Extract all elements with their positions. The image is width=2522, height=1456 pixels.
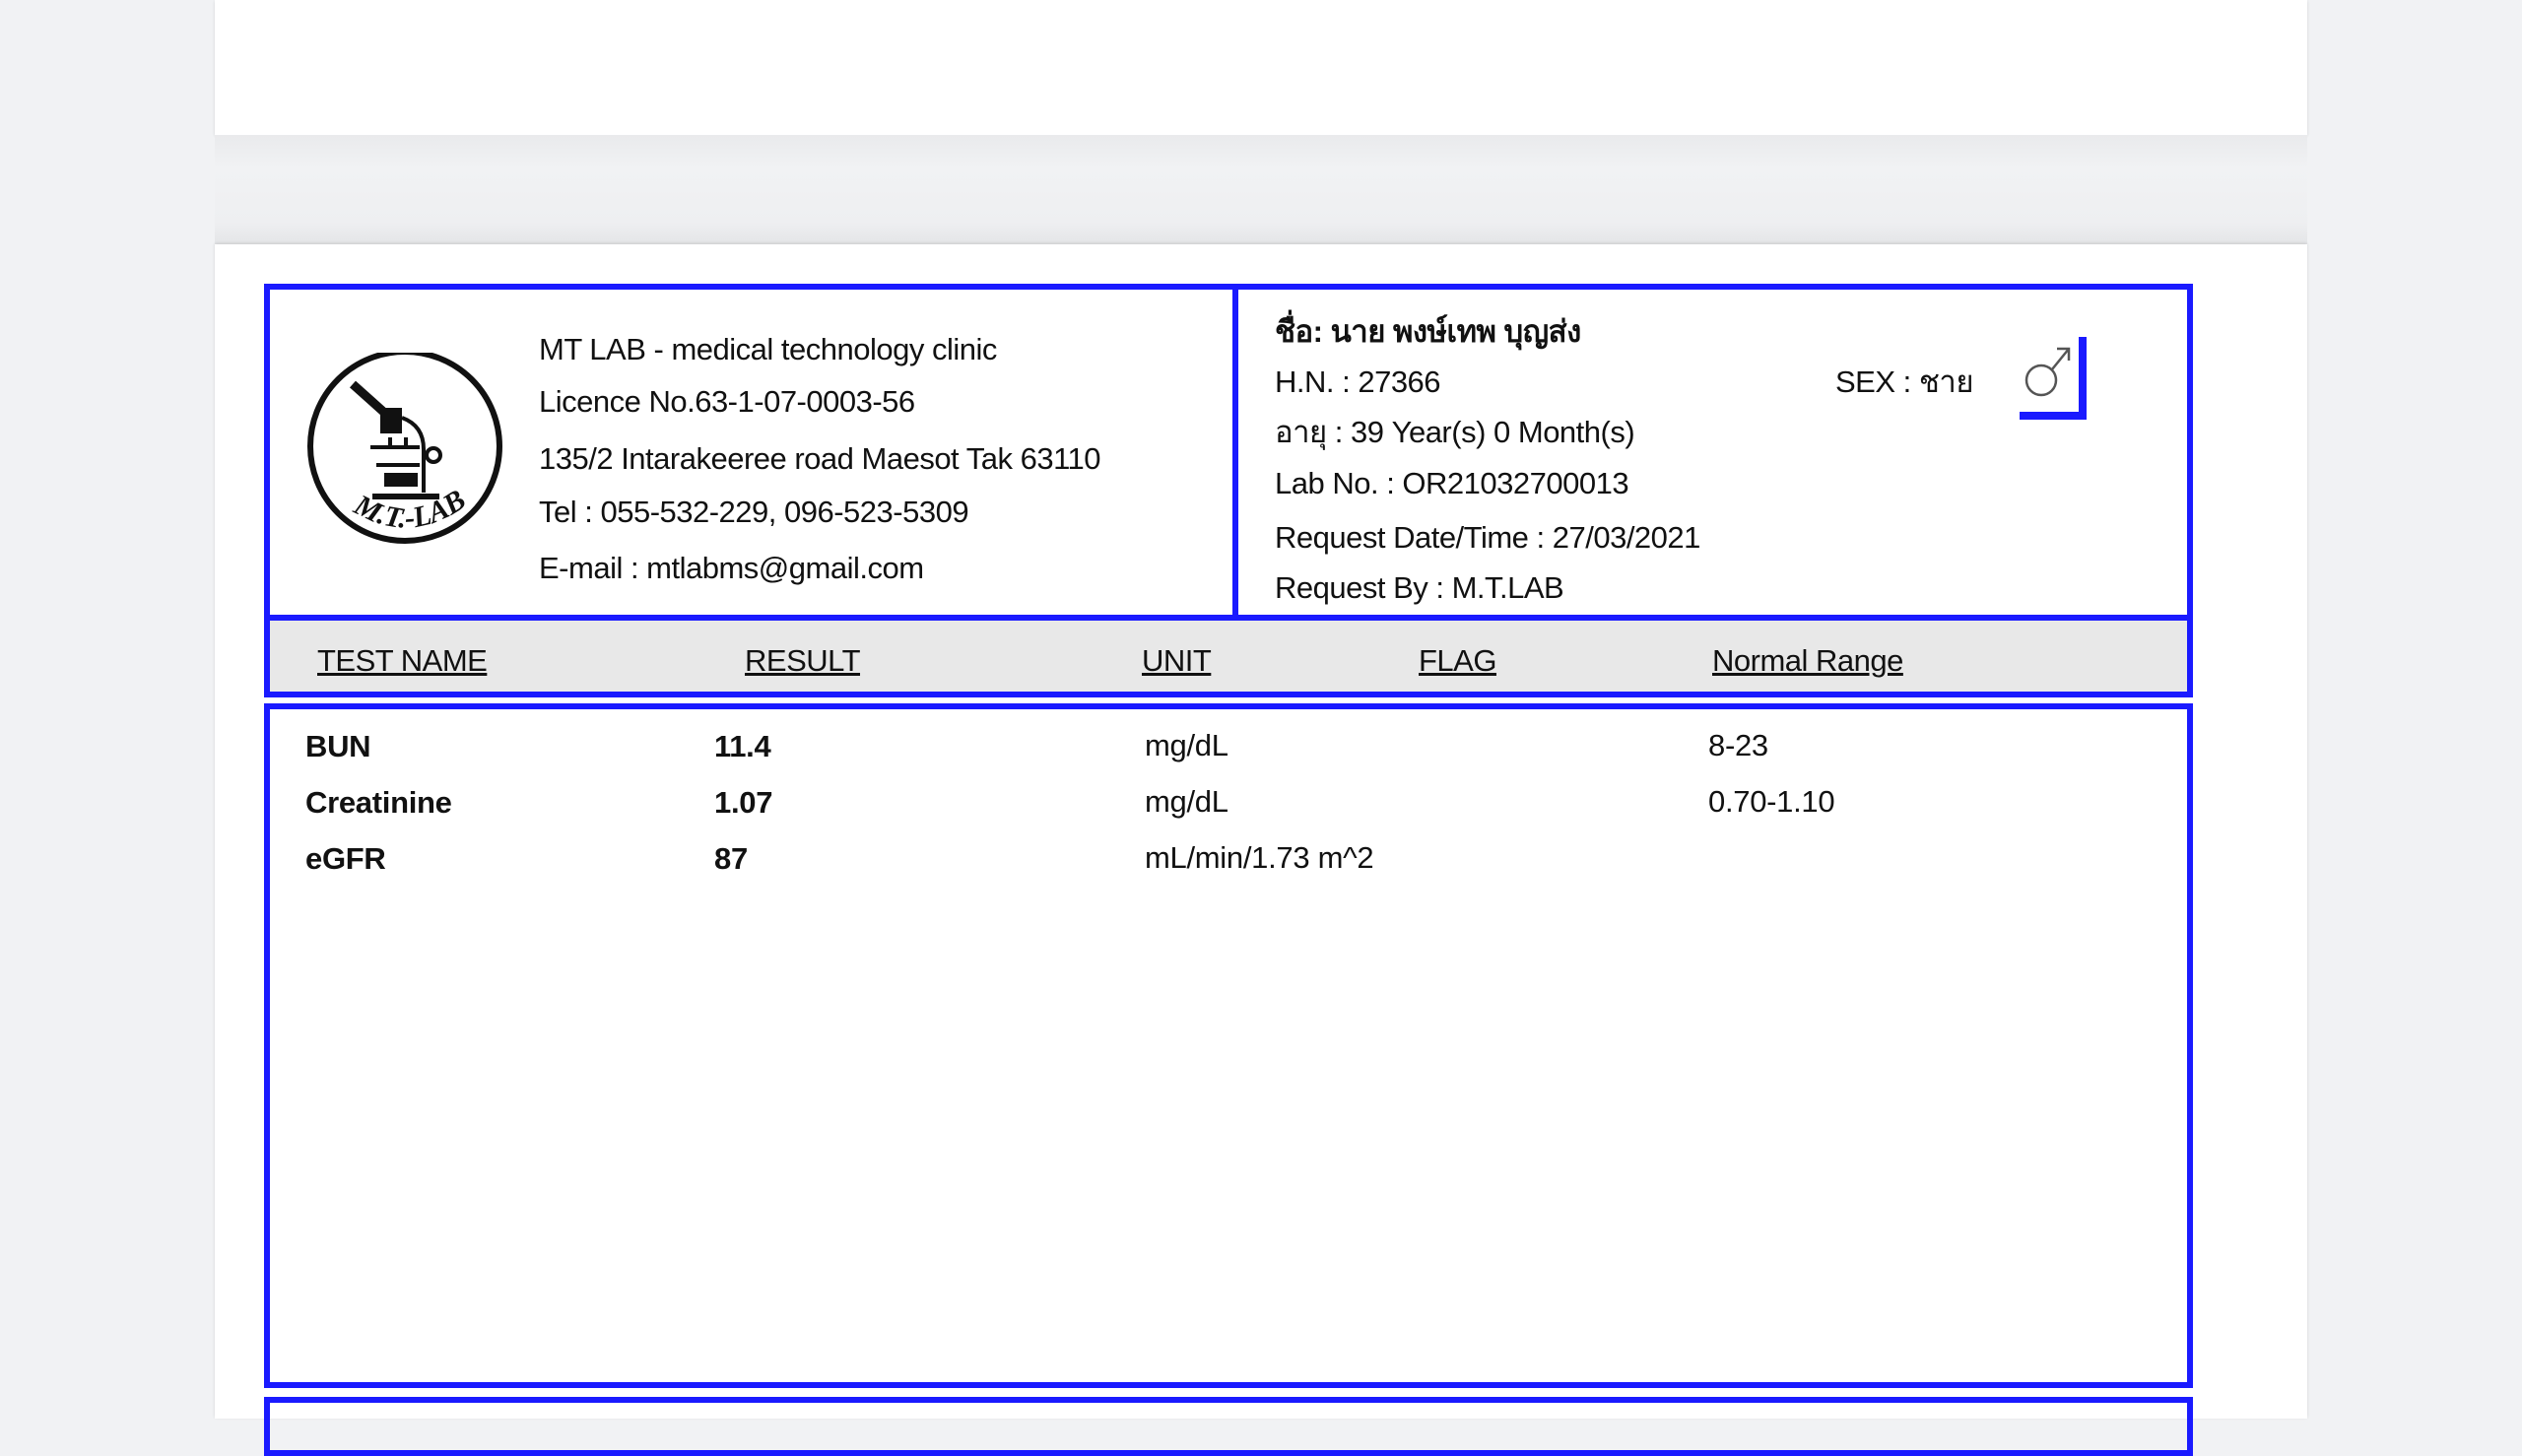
patient-name: ชื่อ: นาย พงษ์เทพ บุญส่ง bbox=[1275, 314, 1581, 349]
test-range: 0.70-1.10 bbox=[1708, 784, 1835, 819]
results-table bbox=[264, 703, 2193, 1388]
previous-page bbox=[215, 0, 2307, 135]
test-unit: mg/dL bbox=[1145, 784, 1228, 819]
test-result: 87 bbox=[714, 841, 748, 876]
test-name: BUN bbox=[305, 729, 371, 763]
lab-number: Lab No. : OR21032700013 bbox=[1275, 466, 1629, 500]
microscope-icon bbox=[349, 380, 442, 499]
col-result: RESULT bbox=[745, 643, 861, 678]
clinic-email: E-mail : mtlabms@gmail.com bbox=[539, 551, 924, 585]
test-range: 8-23 bbox=[1708, 728, 1768, 762]
male-symbol-icon bbox=[2020, 337, 2087, 420]
test-name: eGFR bbox=[305, 841, 386, 876]
document-viewer[interactable]: M.T.-LAB MT LAB - medical technology cli… bbox=[0, 0, 2522, 1456]
clinic-address: 135/2 Intarakeeree road Maesot Tak 63110 bbox=[539, 441, 1100, 476]
clinic-logo: M.T.-LAB bbox=[307, 353, 502, 544]
test-name: Creatinine bbox=[305, 785, 452, 820]
test-unit: mg/dL bbox=[1145, 728, 1228, 762]
clinic-tel: Tel : 055-532-229, 096-523-5309 bbox=[539, 495, 969, 529]
test-unit: mL/min/1.73 m^2 bbox=[1145, 840, 1374, 875]
patient-age: อายุ : 39 Year(s) 0 Month(s) bbox=[1275, 415, 1635, 449]
col-normal-range: Normal Range bbox=[1712, 643, 1903, 678]
test-result: 1.07 bbox=[714, 785, 773, 820]
request-by: Request By : M.T.LAB bbox=[1275, 570, 1564, 605]
col-flag: FLAG bbox=[1419, 643, 1496, 678]
patient-hn: H.N. : 27366 bbox=[1275, 364, 1441, 399]
footer-box bbox=[264, 1397, 2193, 1456]
results-column-header bbox=[264, 615, 2193, 697]
clinic-licence: Licence No.63-1-07-0003-56 bbox=[539, 384, 915, 419]
patient-sex: SEX : ชาย bbox=[1835, 364, 1973, 399]
clinic-name: MT LAB - medical technology clinic bbox=[539, 332, 997, 366]
request-datetime: Request Date/Time : 27/03/2021 bbox=[1275, 520, 1700, 555]
page-separator bbox=[215, 135, 2307, 244]
col-unit: UNIT bbox=[1142, 643, 1212, 678]
test-result: 11.4 bbox=[714, 729, 771, 763]
col-test-name: TEST NAME bbox=[317, 643, 488, 678]
